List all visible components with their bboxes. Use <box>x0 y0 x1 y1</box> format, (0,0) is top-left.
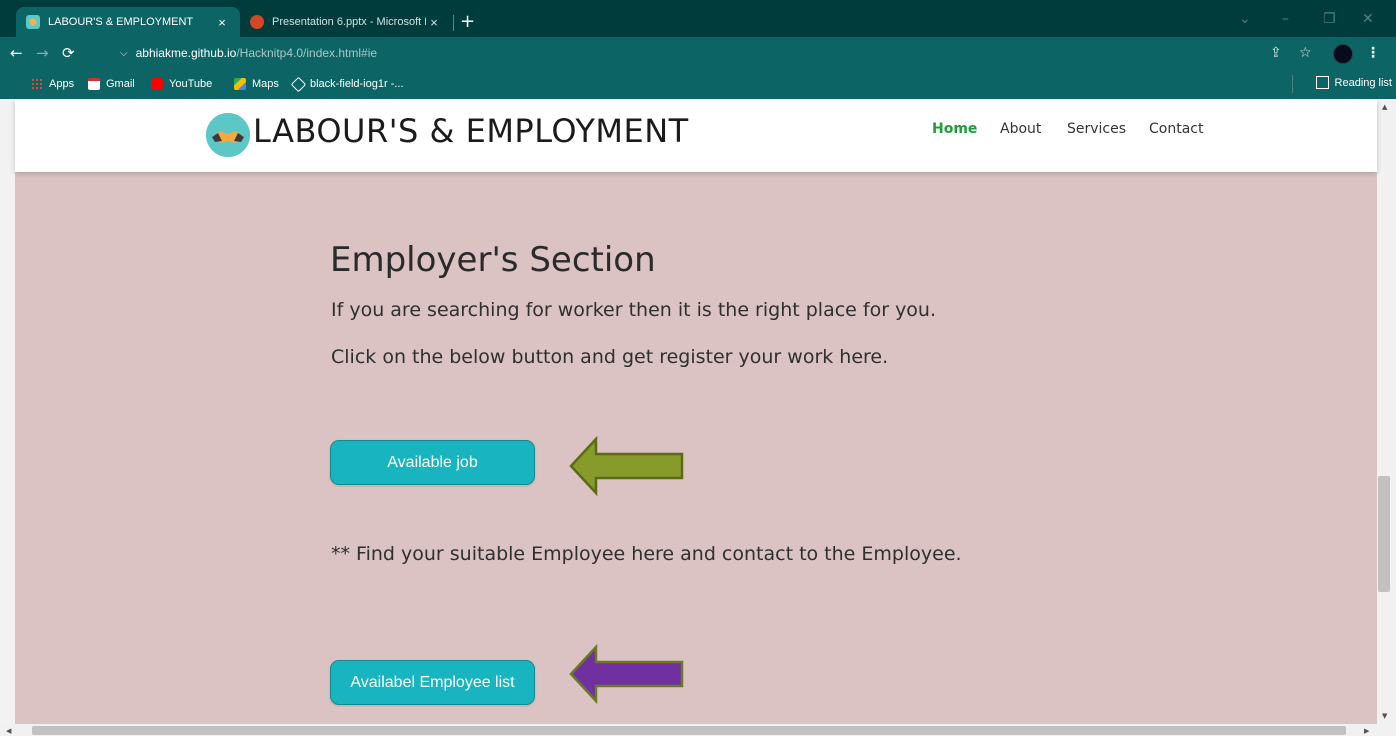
scroll-up-icon[interactable]: ▲ <box>1382 103 1387 111</box>
apps-grid-icon <box>31 78 43 90</box>
bookmark-apps[interactable]: Apps <box>31 76 74 92</box>
reading-list-label: Reading list <box>1334 76 1392 89</box>
bookmark-separator <box>1292 75 1293 93</box>
bookmark-youtube[interactable]: YouTube <box>151 76 212 92</box>
bookmark-label: Maps <box>252 78 279 90</box>
browser-toolbar: ← → ⟳ ⌵ abhiakme.github.io/Hacknitp4.0/i… <box>0 37 1396 69</box>
vertical-scroll-thumb[interactable] <box>1378 476 1390 592</box>
tab-separator <box>453 15 454 31</box>
reading-list-icon <box>1315 76 1329 89</box>
site-logo-text[interactable]: LABOUR'S & EMPLOYMENT <box>253 111 689 151</box>
green-arrow-left-icon <box>569 436 684 496</box>
tab-presentation[interactable]: Presentation 6.pptx - Microsoft P × <box>240 7 452 37</box>
site-header: LABOUR'S & EMPLOYMENT Home About Service… <box>15 99 1377 172</box>
youtube-icon <box>151 78 163 90</box>
profile-avatar[interactable] <box>1333 44 1353 64</box>
codesandbox-icon <box>290 76 307 92</box>
tab-title: Presentation 6.pptx - Microsoft P <box>272 16 426 28</box>
page-viewport: LABOUR'S & EMPLOYMENT Home About Service… <box>0 99 1396 736</box>
section-title: Employer's Section <box>330 240 656 280</box>
bookmark-codesandbox[interactable]: black-field-iog1r -... <box>290 76 404 92</box>
url-host: abhiakme.github.io <box>135 46 237 60</box>
address-bar[interactable]: ⌵ abhiakme.github.io/Hacknitp4.0/index.h… <box>112 42 1292 64</box>
section-line-2: Click on the below button and get regist… <box>331 346 889 368</box>
employer-section: Employer's Section If you are searching … <box>15 172 1377 736</box>
bookmark-label: black-field-iog1r -... <box>310 78 404 90</box>
horizontal-scroll-thumb[interactable] <box>32 726 1346 735</box>
gmail-icon <box>88 78 100 90</box>
available-job-button[interactable]: Available job <box>330 440 535 485</box>
share-icon[interactable]: ⇪ <box>1270 42 1282 64</box>
handshake-logo-icon[interactable] <box>206 113 250 157</box>
nav-contact[interactable]: Contact <box>1149 119 1203 139</box>
tab-title: LABOUR'S & EMPLOYMENT <box>48 16 194 28</box>
nav-about[interactable]: About <box>1000 119 1041 139</box>
forward-icon[interactable]: → <box>36 40 49 66</box>
back-icon[interactable]: ← <box>10 40 23 66</box>
tab-labours-employment[interactable]: LABOUR'S & EMPLOYMENT × <box>16 7 240 37</box>
nav-home[interactable]: Home <box>932 119 977 139</box>
bookmark-label: YouTube <box>169 78 213 90</box>
url-path: /Hacknitp4.0/index.html#ie <box>236 46 378 60</box>
bookmark-label: Apps <box>49 78 75 90</box>
employee-list-button[interactable]: Availabel Employee list <box>330 660 535 705</box>
close-icon[interactable]: × <box>214 15 230 30</box>
bookmarks-bar: Apps Gmail YouTube Maps black-field-iog1… <box>0 69 1396 99</box>
bookmark-gmail[interactable]: Gmail <box>88 76 135 92</box>
handshake-icon <box>26 15 40 29</box>
bookmark-star-icon[interactable]: ☆ <box>1299 42 1312 64</box>
section-line-1: If you are searching for worker then it … <box>331 299 937 321</box>
purple-arrow-left-icon <box>569 644 684 704</box>
powerpoint-icon <box>250 15 264 29</box>
minimize-icon[interactable]: – <box>1282 8 1289 30</box>
restore-icon[interactable]: ❐ <box>1323 8 1336 30</box>
scroll-right-icon[interactable]: ▶ <box>1364 727 1369 735</box>
close-icon[interactable]: × <box>426 15 442 30</box>
window-close-icon[interactable]: ✕ <box>1362 8 1374 30</box>
reload-icon[interactable]: ⟳ <box>62 40 75 66</box>
scroll-down-icon[interactable]: ▼ <box>1382 712 1387 720</box>
bookmark-maps[interactable]: Maps <box>234 76 279 92</box>
menu-icon[interactable]: ⋮ <box>1366 42 1380 64</box>
reading-list-button[interactable]: Reading list <box>1315 76 1392 89</box>
vertical-scrollbar[interactable] <box>1377 99 1396 724</box>
bookmark-label: Gmail <box>106 78 135 90</box>
site-info-icon[interactable]: ⌵ <box>120 48 128 59</box>
browser-tab-strip: LABOUR'S & EMPLOYMENT × Presentation 6.p… <box>0 0 1396 37</box>
tab-search-icon[interactable]: ⌄ <box>1239 8 1251 30</box>
new-tab-button[interactable]: + <box>460 8 475 36</box>
maps-icon <box>234 78 246 90</box>
find-employee-note: ** Find your suitable Employee here and … <box>331 543 962 565</box>
scroll-left-icon[interactable]: ◀ <box>6 727 11 735</box>
nav-services[interactable]: Services <box>1067 119 1126 139</box>
